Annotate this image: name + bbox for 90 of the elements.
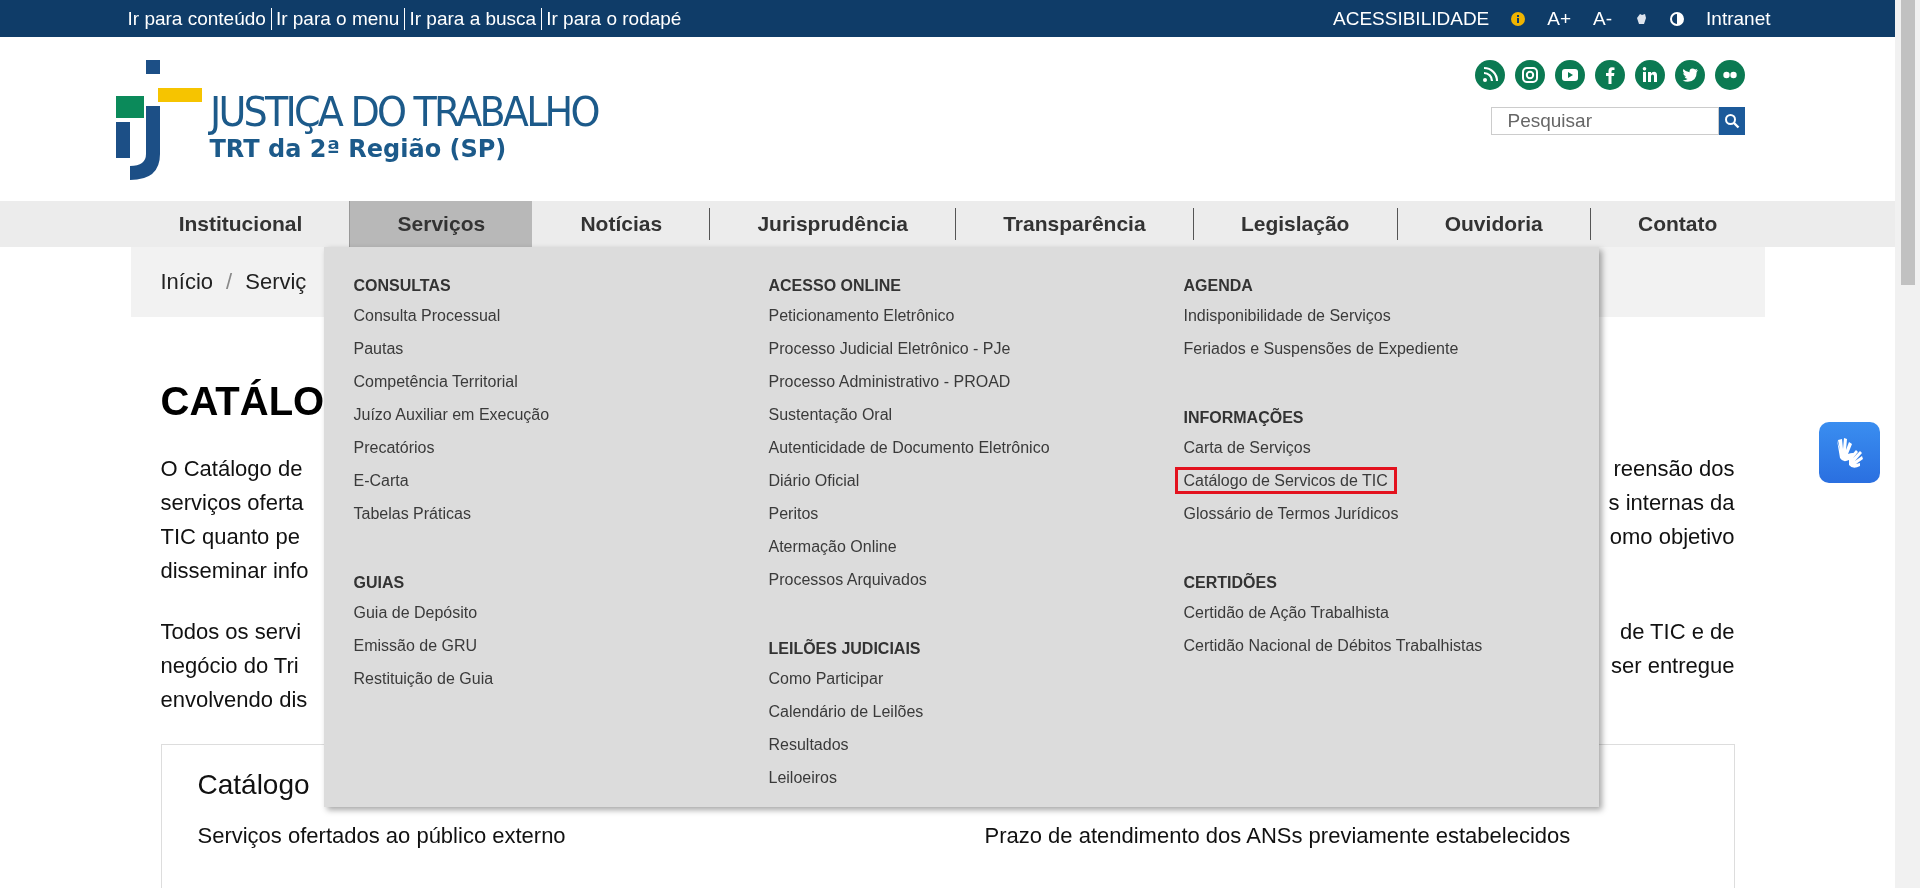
menu-link[interactable]: Emissão de GRU bbox=[344, 632, 487, 659]
logo-title: JUSTIÇA DO TRABALHO bbox=[209, 90, 598, 136]
paragraph-text: de TIC e de bbox=[1619, 619, 1735, 645]
menu-heading: GUIAS bbox=[353, 573, 406, 593]
nav-tab[interactable]: Notícias bbox=[532, 201, 710, 247]
paragraph-text: O Catálogo de bbox=[160, 456, 303, 482]
menu-heading: INFORMAÇÕES bbox=[1183, 407, 1305, 428]
menu-link[interactable]: Pautas bbox=[344, 335, 413, 362]
menu-link[interactable]: Indisponibilidade de Serviços bbox=[1174, 302, 1400, 329]
menu-link[interactable]: Calendário de Leilões bbox=[759, 698, 933, 725]
search-field[interactable]: Pesquisar bbox=[1490, 107, 1719, 135]
paragraph-text: negócio do Tri bbox=[160, 653, 299, 679]
menu-link[interactable]: Glossário de Termos Jurídicos bbox=[1174, 500, 1408, 527]
paragraph-text: reensão dos bbox=[1613, 456, 1735, 482]
flickr-icon[interactable] bbox=[1714, 60, 1745, 90]
nav-tab[interactable]: Transparência bbox=[955, 208, 1193, 240]
skip-link[interactable]: Ir para a busca bbox=[404, 7, 542, 30]
paragraph-text: Todos os servi bbox=[160, 619, 302, 645]
skip-link[interactable]: Ir para o menu bbox=[270, 7, 405, 30]
facebook-icon[interactable] bbox=[1594, 60, 1625, 90]
menu-link[interactable]: Guia de Depósito bbox=[344, 599, 487, 626]
menu-link[interactable]: Autenticidade de Documento Eletrônico bbox=[759, 434, 1059, 461]
breadcrumb-separator: / bbox=[226, 269, 233, 295]
rss-icon[interactable] bbox=[1474, 60, 1505, 90]
menu-link[interactable]: Processos Arquivados bbox=[759, 566, 936, 593]
linkedin-icon[interactable] bbox=[1634, 60, 1665, 90]
card-text: Prazo de atendimento dos ANSs previamente estabelecidos bbox=[984, 823, 1572, 849]
search-icon bbox=[1723, 113, 1740, 129]
nav-tab[interactable]: Jurisprudência bbox=[709, 208, 956, 240]
menu-link[interactable]: Carta de Serviços bbox=[1174, 434, 1320, 461]
paragraph-text: s internas da bbox=[1608, 490, 1735, 516]
menu-link[interactable]: Precatórios bbox=[344, 434, 444, 461]
menu-link[interactable]: Competência Territorial bbox=[344, 368, 527, 395]
card-text: Serviços ofertados ao público externo bbox=[197, 823, 567, 849]
page-heading: CATÁLO bbox=[160, 378, 325, 425]
twitter-icon[interactable] bbox=[1674, 60, 1705, 90]
breadcrumb-link[interactable]: Início bbox=[160, 269, 214, 295]
menu-heading: AGENDA bbox=[1183, 276, 1254, 296]
paragraph-text: TIC quanto pe bbox=[160, 524, 300, 550]
menu-link[interactable]: Peticionamento Eletrônico bbox=[759, 302, 964, 329]
menu-link[interactable]: Tabelas Práticas bbox=[344, 500, 480, 527]
menu-link[interactable]: Feriados e Suspensões de Expediente bbox=[1174, 335, 1468, 362]
paragraph-text: disseminar info bbox=[160, 558, 309, 584]
menu-link[interactable]: Restituição de Guia bbox=[344, 665, 503, 692]
logo-mark-icon bbox=[115, 58, 202, 180]
nav-tab[interactable]: Ouvidoria bbox=[1396, 208, 1590, 240]
nav-tab[interactable]: Legislação bbox=[1192, 208, 1397, 240]
paragraph-text: ser entregue bbox=[1610, 653, 1735, 679]
instagram-icon[interactable] bbox=[1514, 60, 1545, 90]
menu-link[interactable]: Certidão Nacional de Débitos Trabalhistas bbox=[1174, 632, 1492, 659]
menu-link[interactable]: Catálogo de Servicos de TIC bbox=[1174, 467, 1397, 494]
card-title: Catálogo bbox=[197, 768, 310, 802]
intranet-link[interactable]: Intranet bbox=[1706, 7, 1771, 30]
youtube-icon[interactable] bbox=[1554, 60, 1585, 90]
sign-language-button[interactable] bbox=[1819, 422, 1880, 483]
menu-link[interactable]: Juízo Auxiliar em Execução bbox=[344, 401, 559, 428]
accessibility-label: ACESSIBILIDADE bbox=[1333, 7, 1490, 30]
menu-link[interactable]: Certidão de Ação Trabalhista bbox=[1174, 599, 1398, 626]
menu-link[interactable]: Consulta Processual bbox=[344, 302, 510, 329]
menu-heading: CONSULTAS bbox=[353, 276, 452, 296]
paragraph-text: serviços oferta bbox=[160, 490, 304, 516]
menu-link[interactable]: Resultados bbox=[759, 731, 858, 758]
nav-tab[interactable]: Institucional bbox=[130, 201, 350, 247]
menu-link[interactable]: Processo Judicial Eletrônico - PJe bbox=[759, 335, 1020, 362]
scrollbar-thumb[interactable] bbox=[1901, 0, 1915, 285]
nav-tab[interactable]: Serviços bbox=[349, 201, 533, 247]
skip-link[interactable]: Ir para conteúdo bbox=[123, 7, 271, 30]
menu-heading: LEILÕES JUDICIAIS bbox=[768, 638, 922, 659]
font-increase-button[interactable]: A+ bbox=[1547, 7, 1572, 30]
search-button[interactable] bbox=[1718, 107, 1745, 135]
menu-link[interactable]: Como Participar bbox=[759, 665, 893, 692]
contrast-icon[interactable] bbox=[1670, 11, 1685, 26]
menu-link[interactable]: Peritos bbox=[759, 500, 828, 527]
menu-link[interactable]: Sustentação Oral bbox=[759, 401, 902, 428]
menu-link[interactable]: E-Carta bbox=[344, 467, 418, 494]
info-icon[interactable] bbox=[1511, 11, 1526, 26]
menu-heading: CERTIDÕES bbox=[1183, 572, 1278, 593]
menu-link[interactable]: Leiloeiros bbox=[759, 764, 846, 791]
menu-link[interactable]: Atermação Online bbox=[759, 533, 906, 560]
menu-link[interactable]: Diário Oficial bbox=[759, 467, 869, 494]
skip-link[interactable]: Ir para o rodapé bbox=[541, 7, 687, 30]
breadcrumb-current: Serviç bbox=[245, 269, 307, 295]
paragraph-text: omo objetivo bbox=[1609, 524, 1735, 550]
scrollbar[interactable] bbox=[1895, 0, 1920, 888]
paragraph-text: envolvendo dis bbox=[160, 687, 308, 713]
logo-subtitle: TRT da 2ª Região (SP) bbox=[209, 135, 508, 164]
font-decrease-button[interactable]: A- bbox=[1593, 7, 1613, 30]
menu-heading: ACESSO ONLINE bbox=[768, 276, 902, 296]
nav-tab[interactable]: Contato bbox=[1589, 208, 1765, 240]
menu-link[interactable]: Processo Administrativo - PROAD bbox=[759, 368, 1020, 395]
